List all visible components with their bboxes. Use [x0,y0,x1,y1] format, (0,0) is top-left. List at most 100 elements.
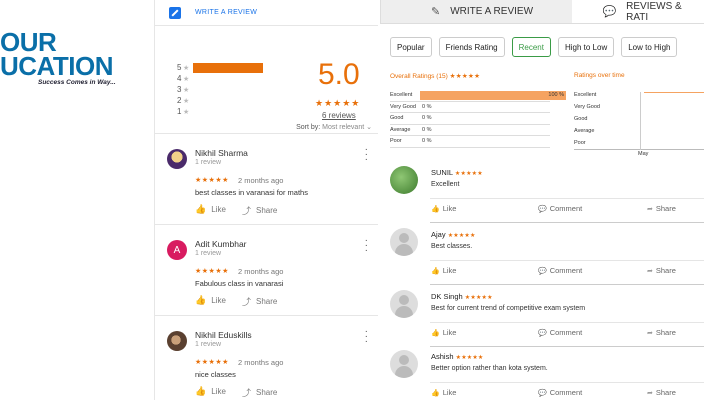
avatar[interactable] [390,290,418,318]
sort-filter-group: Popular Friends Rating Recent High to Lo… [390,37,684,57]
review-text: Better option rather than kota system. [431,365,548,372]
rating-breakdown-pct: 100 % [548,92,564,98]
thumbs-up-icon: 👍 [195,295,207,305]
chart-divider [640,92,641,150]
filter-popular[interactable]: Popular [390,37,432,57]
time-axis-label: Poor [574,140,586,146]
filter-low-to-high[interactable]: Low to High [621,37,678,57]
avatar[interactable] [390,228,418,256]
more-options-icon[interactable]: · · · [365,145,368,165]
avatar[interactable]: A [167,240,187,260]
thumbs-up-icon: 👍 [431,329,440,337]
star-icon: ★ [183,64,190,72]
google-review-item: Nikhil Eduskills 1 review · · · ★★★★★ 2 mo… [155,316,378,400]
share-button[interactable]: ⤴ Share [242,204,277,217]
share-button[interactable]: ➦ Share [647,328,676,337]
like-button[interactable]: 👍 Like [195,386,226,397]
rating-distribution: 5 ★ 4 ★ 3 ★ 2 ★ 1 ★ [177,62,263,117]
rating-bar-track [193,96,263,106]
like-button[interactable]: 👍 Like [431,204,456,213]
review-time: 2 months ago [238,267,284,276]
comment-button[interactable]: 💬 Comment [538,388,582,397]
comment-button[interactable]: 💬 Comment [538,328,582,337]
reviewer-name[interactable]: Ashish ★★★★★ [431,352,484,361]
comment-label: Comment [549,266,583,275]
thumbs-up-icon: 👍 [431,267,440,275]
screenshot-root: OUR UCATION Success Comes in Way... WRIT… [0,0,704,400]
share-button[interactable]: ➦ Share [647,266,676,275]
reviewer-name-text[interactable]: Ajay [431,230,446,239]
share-label: Share [256,206,278,215]
review-text: Best classes. [431,243,473,250]
filter-recent[interactable]: Recent [511,37,551,57]
reviewer-name[interactable]: Nikhil Eduskills [195,330,252,340]
share-arrow-icon: ➦ [647,389,653,397]
avatar[interactable] [390,350,418,378]
rating-bar-track [193,107,263,117]
review-stars: ★★★★★ [195,268,229,275]
review-text: Excellent [431,181,460,188]
filter-high-to-low[interactable]: High to Low [557,37,615,57]
review-text: best classes in varanasi for maths [195,188,308,197]
reviewer-review-count: 1 review [195,341,222,348]
sort-dropdown[interactable]: Sort by: Most relevant ⌄ [296,123,372,131]
share-button[interactable]: ➦ Share [647,204,676,213]
comment-label: Comment [549,328,583,337]
rating-bar-row: 2 ★ [177,95,263,106]
reviewer-name[interactable]: Adit Kumbhar [195,239,247,249]
thumbs-up-icon: 👍 [195,386,207,396]
share-button[interactable]: ➦ Share [647,388,676,397]
more-options-icon[interactable]: · · · [365,327,368,347]
tab-reviews-ratings[interactable]: 💬 REVIEWS & RATI [572,0,704,23]
reviewer-name[interactable]: SUNIL ★★★★★ [431,168,483,177]
divider [430,260,704,261]
share-icon: ⤴ [242,388,252,398]
avatar[interactable] [167,331,187,351]
rating-bar-row: 5 ★ [177,62,263,73]
like-button[interactable]: 👍 Like [195,204,226,215]
user-icon [399,355,409,365]
thumbs-up-icon: 👍 [195,204,207,214]
comment-label: Comment [549,204,583,213]
comment-icon: 💬 [538,389,547,397]
reviewer-name-text[interactable]: DK Singh [431,292,463,301]
review-count-link[interactable]: 6 reviews [322,111,356,120]
like-button[interactable]: 👍 Like [195,295,226,306]
like-button[interactable]: 👍 Like [431,328,456,337]
comment-button[interactable]: 💬 Comment [538,204,582,213]
write-review-link[interactable]: WRITE A REVIEW [195,9,257,16]
like-button[interactable]: 👍 Like [431,388,456,397]
reviewer-name[interactable]: Ajay ★★★★★ [431,230,476,239]
like-label: Like [211,387,226,396]
write-review-icon[interactable] [169,6,181,19]
reviewer-name[interactable]: Nikhil Sharma [195,148,248,158]
reviewer-review-count: 1 review [195,250,222,257]
more-options-icon[interactable]: · · · [365,236,368,256]
write-review-bar[interactable]: WRITE A REVIEW [155,0,378,26]
review-stars: ★★★★★ [447,233,476,239]
reviewer-name[interactable]: DK Singh ★★★★★ [431,292,493,301]
tab-reviews-ratings-label: REVIEWS & RATI [626,0,682,23]
chevron-down-icon[interactable]: ⌄ [366,124,372,131]
rating-breakdown-label: Excellent [390,92,413,99]
user-icon-body [395,244,413,256]
review-stars: ★★★★★ [454,171,483,177]
share-label: Share [655,328,676,337]
filter-friends-rating[interactable]: Friends Rating [438,37,505,57]
reviewer-name-text[interactable]: Ashish [431,352,454,361]
share-button[interactable]: ⤴ Share [242,295,277,308]
share-button[interactable]: ⤴ Share [242,386,277,399]
sort-value[interactable]: Most relevant [322,124,364,131]
like-button[interactable]: 👍 Like [431,266,456,275]
brand-logo: OUR UCATION Success Comes in Way... [0,29,140,86]
divider [430,322,704,323]
comment-button[interactable]: 💬 Comment [538,266,582,275]
reviewer-name-text[interactable]: SUNIL [431,168,453,177]
rating-bar-track [193,62,263,73]
avatar[interactable] [390,166,418,194]
rating-bar-track [193,85,263,95]
avatar[interactable] [167,149,187,169]
time-axis-label: Very Good [574,104,600,110]
review-stars: ★★★★★ [464,295,493,301]
tab-write-review[interactable]: ✎ WRITE A REVIEW [380,0,573,23]
